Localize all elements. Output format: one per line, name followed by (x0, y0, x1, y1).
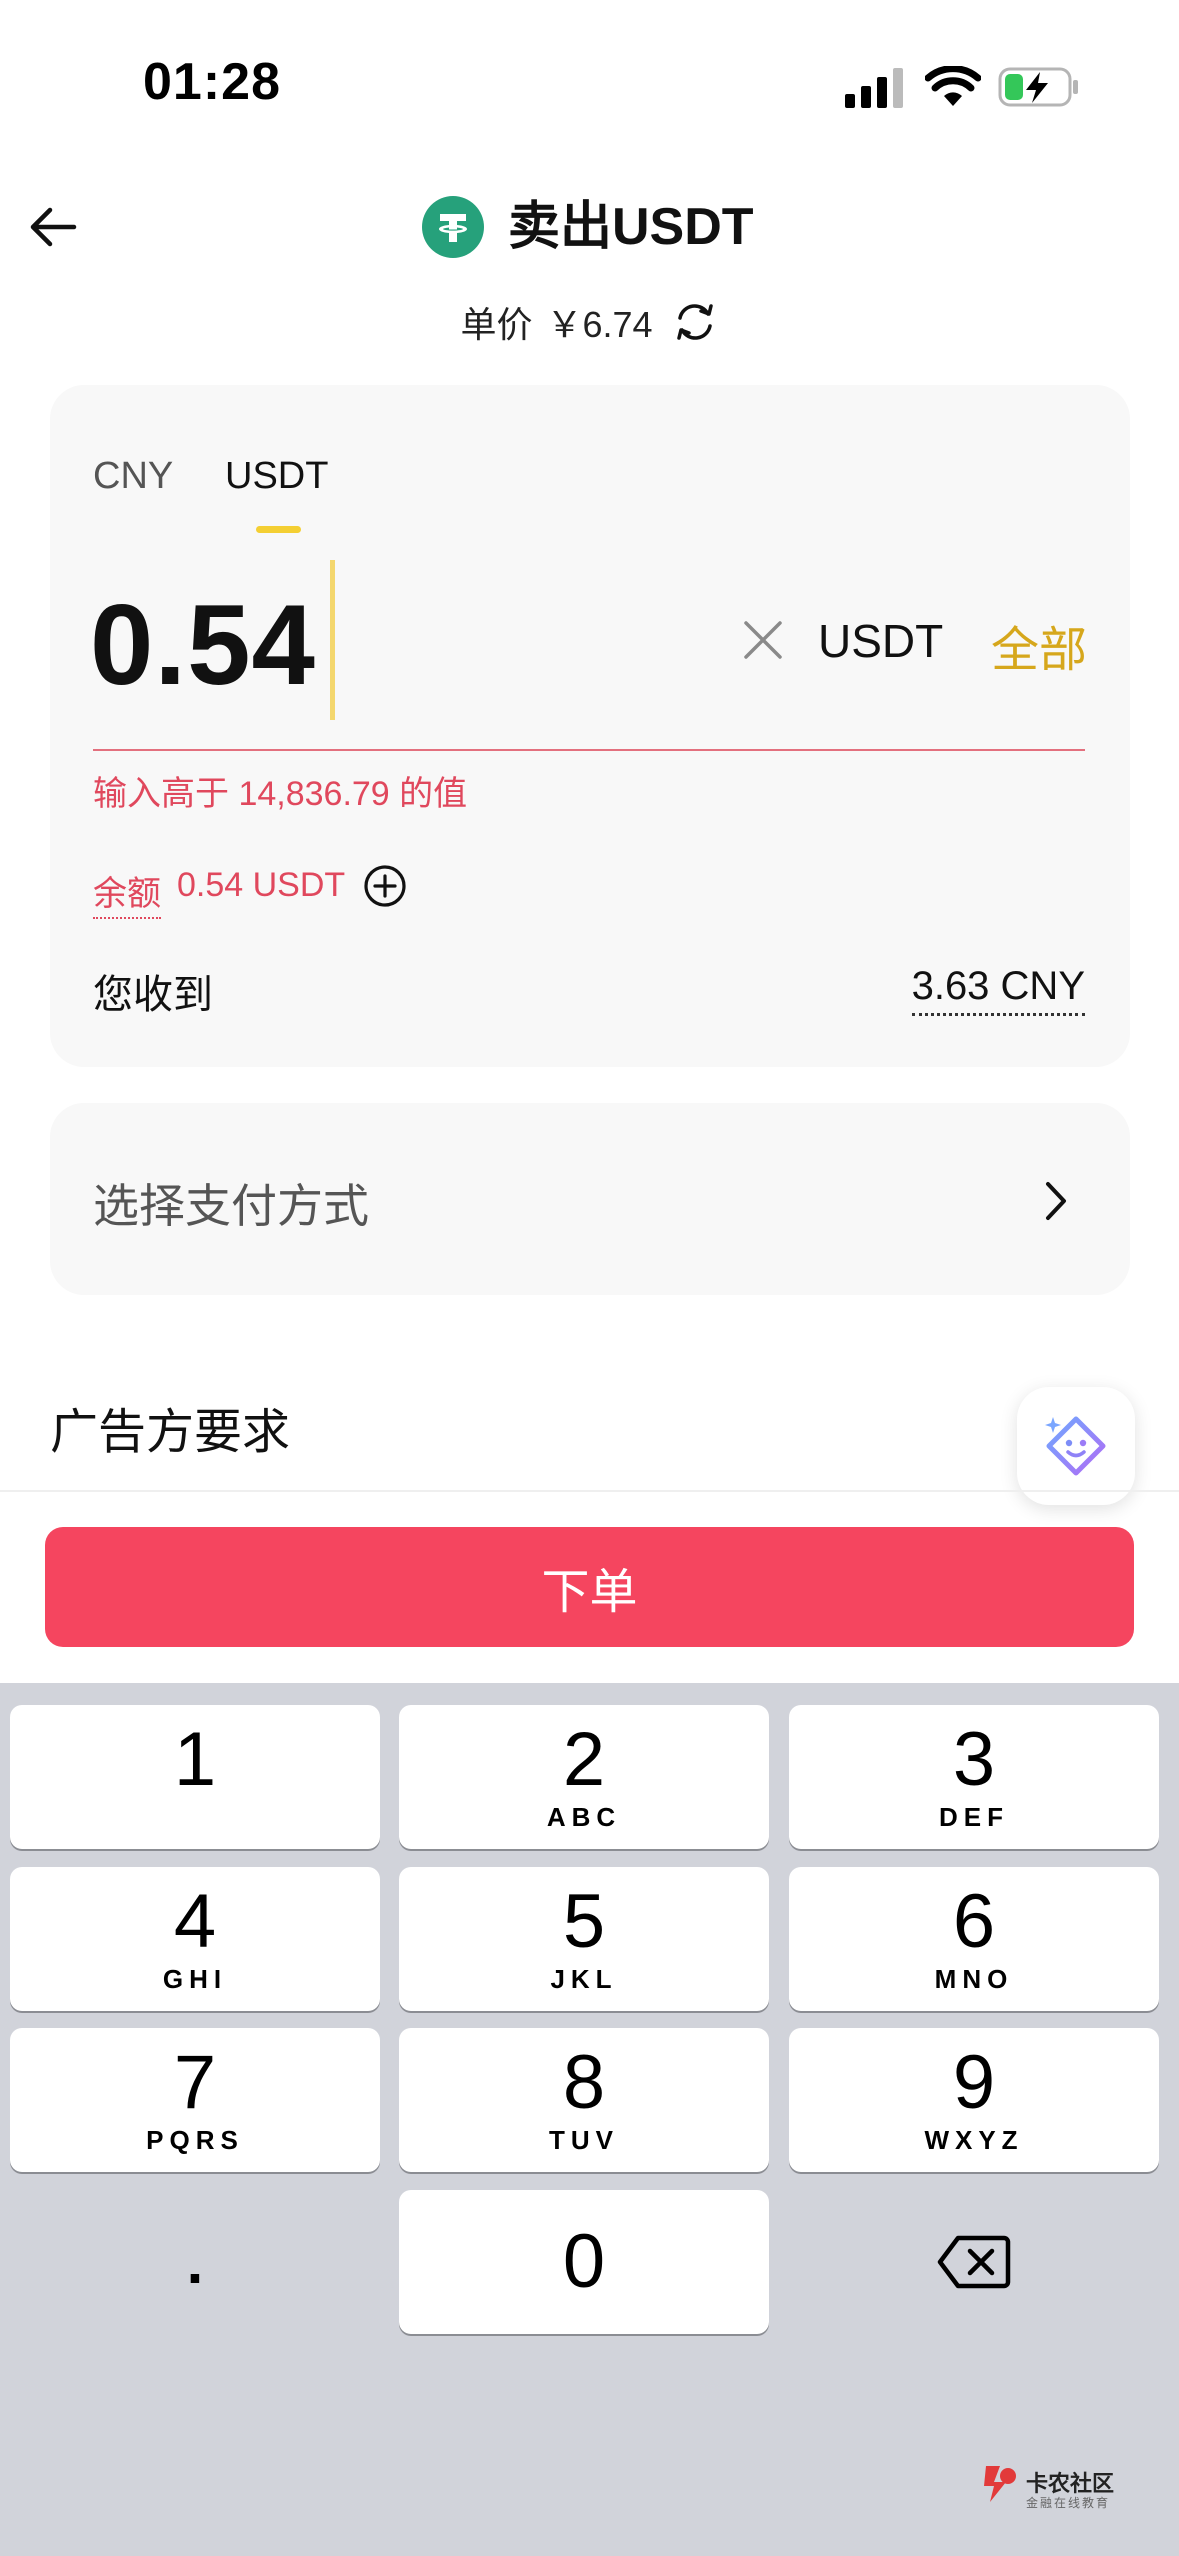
receive-value: 3.63 CNY (911, 964, 1085, 1016)
balance-label[interactable]: 余额 (93, 866, 161, 919)
key-digit: 7 (173, 2040, 217, 2125)
key-3[interactable]: 3 DEF (789, 1705, 1159, 1849)
key-8[interactable]: 8 TUV (399, 2028, 769, 2172)
clear-input-icon[interactable] (740, 617, 786, 663)
section-divider (0, 1490, 1179, 1492)
key-letters: TUV (549, 2125, 619, 2155)
key-9[interactable]: 9 WXYZ (789, 2028, 1159, 2172)
unit-price-row: 单价 ￥6.74 (0, 296, 1179, 348)
key-digit: 2 (562, 1717, 606, 1802)
advertiser-requirements-title: 广告方要求 (50, 1406, 291, 1459)
key-letters: ABC (546, 1802, 622, 1832)
key-digit: 4 (173, 1879, 217, 1964)
key-0[interactable]: 0 (399, 2190, 769, 2334)
key-4[interactable]: 4 GHI (10, 1867, 380, 2011)
key-6[interactable]: 6 MNO (789, 1867, 1159, 2011)
key-letters: WXYZ (924, 2125, 1024, 2155)
key-digit: 0 (562, 2219, 606, 2304)
key-delete[interactable] (789, 2190, 1159, 2334)
receive-label: 您收到 (93, 973, 213, 1017)
all-amount-button[interactable]: 全部 (991, 610, 1087, 680)
active-tab-indicator (256, 526, 301, 533)
key-decimal[interactable]: . (10, 2190, 380, 2334)
key-2[interactable]: 2 ABC (399, 1705, 769, 1849)
key-digit: 9 (952, 2040, 996, 2125)
amount-error-message: 输入高于 14,836.79 的值 (93, 775, 468, 813)
place-order-button[interactable]: 下单 (45, 1527, 1134, 1647)
tab-usdt[interactable]: USDT (225, 455, 328, 498)
ai-assistant-button[interactable] (1017, 1387, 1135, 1505)
balance-value: 0.54 USDT (177, 866, 346, 904)
unit-price-value: ￥6.74 (546, 304, 653, 345)
key-7[interactable]: 7 PQRS (10, 2028, 380, 2172)
wifi-icon (925, 66, 981, 106)
key-1[interactable]: 1 (10, 1705, 380, 1849)
text-caret (330, 560, 335, 720)
refresh-icon[interactable] (671, 298, 719, 346)
key-digit: 5 (562, 1879, 606, 1964)
add-funds-icon[interactable] (363, 864, 407, 908)
payment-method-label[interactable]: 选择支付方式 (93, 1170, 369, 1236)
tether-coin-icon (422, 196, 484, 258)
page-title: 卖出USDT (508, 198, 754, 256)
key-letters: JKL (550, 1964, 618, 1994)
key-letters: DEF (939, 1802, 1009, 1832)
chevron-right-icon[interactable] (1036, 1178, 1076, 1224)
tab-cny[interactable]: CNY (93, 455, 173, 498)
amount-input[interactable]: 0.54 (90, 580, 316, 711)
input-underline-error (93, 749, 1085, 751)
key-digit: 6 (952, 1879, 996, 1964)
watermark-logo-icon (984, 2466, 1016, 2502)
status-time: 01:28 (143, 53, 281, 111)
amount-unit: USDT (818, 615, 944, 667)
key-digit: 1 (173, 1717, 217, 1802)
back-arrow-icon[interactable] (24, 196, 86, 258)
key-digit: 8 (562, 2040, 606, 2125)
key-5[interactable]: 5 JKL (399, 1867, 769, 2011)
watermark-subtitle: 金融在线教育 (1026, 2496, 1111, 2510)
assistant-face-icon (1045, 1416, 1106, 1476)
backspace-icon (937, 2235, 1011, 2289)
unit-price-label: 单价 (460, 304, 533, 345)
key-letters: MNO (934, 1964, 1014, 1994)
key-letters: PQRS (146, 2125, 244, 2155)
key-digit: 3 (952, 1717, 996, 1802)
battery-charging-icon (998, 67, 1078, 107)
cellular-signal-icon (845, 68, 903, 108)
key-letters: GHI (162, 1964, 228, 1994)
